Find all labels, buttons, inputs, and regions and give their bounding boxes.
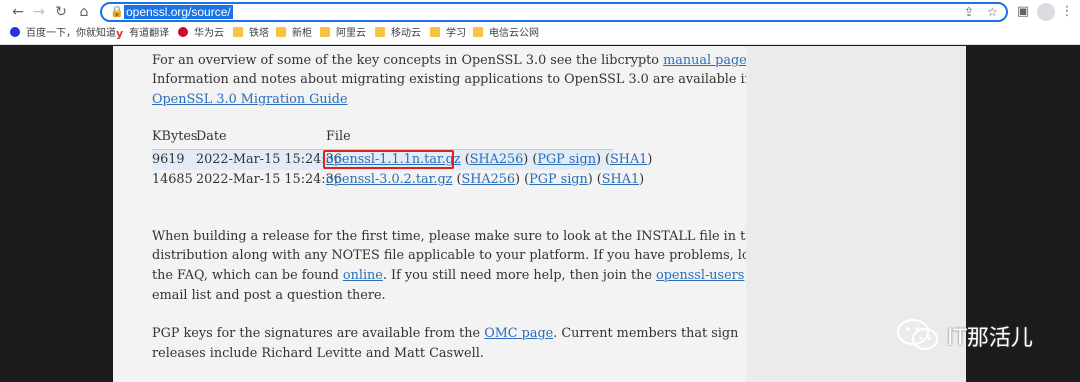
- bookmark-star-icon[interactable]: ☆: [987, 5, 998, 19]
- profile-avatar[interactable]: [1037, 3, 1055, 21]
- lock-icon[interactable]: 🔒: [110, 5, 124, 18]
- header-date: Date: [196, 129, 227, 144]
- folder-icon: [276, 27, 286, 37]
- sha1-link[interactable]: SHA1: [610, 152, 647, 167]
- annotation-highlight-box: [323, 150, 454, 169]
- youdao-icon: y: [116, 27, 124, 40]
- reload-icon[interactable]: ↻: [51, 2, 71, 22]
- date-cell: 2022-Mar-15 15:24:36: [196, 172, 342, 187]
- folder-icon: [473, 27, 483, 37]
- migration-guide-link[interactable]: OpenSSL 3.0 Migration Guide: [152, 92, 348, 107]
- header-kbytes: KBytes: [152, 129, 198, 144]
- bookmark-folder-xuexi[interactable]: 学习: [430, 27, 466, 41]
- sha256-link[interactable]: SHA256: [461, 172, 515, 187]
- bookmark-folder-dianxin[interactable]: 电信云公网: [473, 27, 539, 41]
- bookmark-folder-aliyun[interactable]: 阿里云: [320, 27, 366, 41]
- browser-toolbar: ← → ↻ ⌂ 🔒 openssl.org/source/ ⇪ ☆ ▣ ⋮: [0, 0, 1080, 24]
- bookmark-folder-xingui[interactable]: 新柜: [276, 27, 312, 41]
- download-link-openssl-3-0-2[interactable]: openssl-3.0.2.tar.gz: [326, 172, 452, 187]
- folder-icon: [233, 27, 243, 37]
- build-line-4: email list and post a question there.: [152, 288, 386, 303]
- intro-line-3: OpenSSL 3.0 Migration Guide: [152, 90, 348, 110]
- menu-icon[interactable]: ⋮: [1058, 2, 1076, 22]
- sha256-link[interactable]: SHA256: [470, 152, 524, 167]
- header-file: File: [326, 129, 351, 144]
- intro-line-2: Information and notes about migrating ex…: [152, 72, 778, 87]
- bookmark-folder-tieta[interactable]: 铁塔: [233, 27, 269, 41]
- online-faq-link[interactable]: online: [343, 268, 383, 283]
- build-line-1: When building a release for the first ti…: [152, 229, 762, 244]
- pgp-sign-link[interactable]: PGP sign: [537, 152, 596, 167]
- table-row: 14685 2022-Mar-15 15:24:36 openssl-3.0.2…: [152, 170, 644, 190]
- baidu-icon: [10, 27, 20, 37]
- bookmark-baidu[interactable]: 百度一下，你就知道: [10, 27, 116, 41]
- file-cell: openssl-3.0.2.tar.gz (SHA256) (PGP sign)…: [326, 172, 645, 187]
- folder-icon: [375, 27, 385, 37]
- address-bar[interactable]: 🔒 openssl.org/source/ ⇪ ☆: [100, 2, 1008, 22]
- home-icon[interactable]: ⌂: [74, 2, 94, 22]
- bookmark-youdao[interactable]: y 有道翻译: [116, 27, 169, 41]
- build-line-3: the FAQ, which can be found online. If y…: [152, 268, 745, 283]
- watermark-text: IT那活儿: [947, 326, 1033, 351]
- kbytes-cell: 14685: [152, 172, 193, 187]
- manual-page-link[interactable]: manual page: [663, 53, 747, 68]
- sha1-link[interactable]: SHA1: [602, 172, 639, 187]
- folder-icon: [320, 27, 330, 37]
- omc-page-link[interactable]: OMC page: [484, 326, 553, 341]
- pgp-line-1: PGP keys for the signatures are availabl…: [152, 326, 739, 341]
- bookmark-folder-yidongyun[interactable]: 移动云: [375, 27, 421, 41]
- article-content: For an overview of some of the key conce…: [113, 46, 782, 382]
- bookmark-huawei[interactable]: 华为云: [178, 27, 224, 41]
- kbytes-cell: 9619: [152, 152, 185, 167]
- watermark: IT那活儿: [895, 318, 1055, 354]
- wechat-icon: [897, 319, 938, 350]
- pgp-line-2: releases include Richard Levitte and Mat…: [152, 346, 484, 361]
- pgp-sign-link[interactable]: PGP sign: [529, 172, 588, 187]
- huawei-icon: [178, 27, 188, 37]
- date-cell: 2022-Mar-15 15:24:36: [196, 152, 342, 167]
- share-icon[interactable]: ⇪: [964, 5, 974, 19]
- page-viewport: For an overview of some of the key conce…: [113, 46, 966, 382]
- bookmarks-bar: 百度一下，你就知道 y 有道翻译 华为云 铁塔 新柜 阿里云 移动云 学习 电信云…: [0, 24, 1080, 45]
- folder-icon: [430, 27, 440, 37]
- side-panel-icon[interactable]: ▣: [1014, 2, 1032, 22]
- url-text[interactable]: openssl.org/source/: [124, 5, 233, 19]
- openssl-users-link[interactable]: openssl-users: [656, 268, 744, 283]
- back-icon[interactable]: ←: [8, 2, 28, 22]
- intro-line-1: For an overview of some of the key conce…: [152, 53, 751, 68]
- build-line-2: distribution along with any NOTES file a…: [152, 248, 782, 263]
- forward-icon[interactable]: →: [29, 2, 49, 22]
